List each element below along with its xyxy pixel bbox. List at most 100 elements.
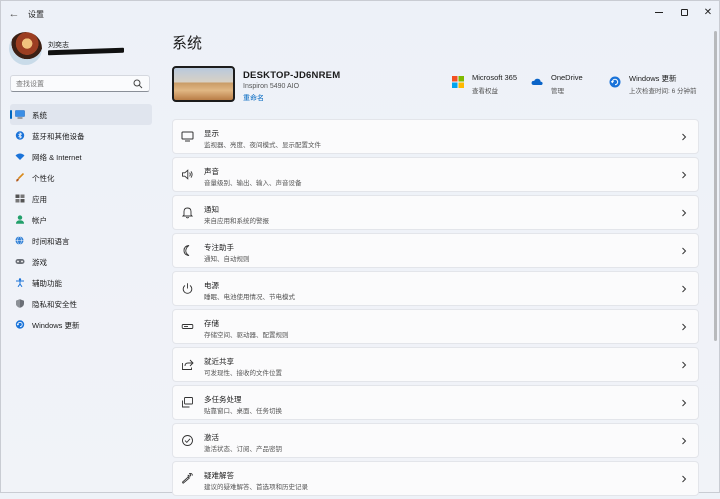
quick-link-title: Windows 更新 — [629, 74, 677, 83]
cloud-icon — [531, 78, 543, 85]
chevron-right-icon — [682, 247, 687, 255]
search-box[interactable] — [10, 75, 150, 92]
quick-link-subtitle: 查看权益 — [472, 88, 498, 95]
accessibility-icon — [16, 278, 24, 287]
sidebar-item-personalization[interactable]: 个性化 — [10, 167, 152, 188]
settings-card-power[interactable]: 电源 睡眠、电池使用情况、节电模式 — [172, 271, 699, 306]
microsoft-logo-icon — [452, 76, 464, 88]
sidebar-item-label: 应用 — [32, 195, 47, 204]
card-title: 声音 — [204, 167, 219, 176]
settings-card-list: 显示 监视器、亮度、夜间模式、显示配置文件 声音 音量级别、输出、输入、声音设备… — [172, 119, 699, 499]
display-icon — [181, 131, 194, 142]
card-title: 显示 — [204, 129, 219, 138]
quick-link-onedrive[interactable]: OneDrive 管理 — [531, 73, 601, 97]
card-subtitle: 贴靠窗口、桌面、任务切换 — [204, 408, 282, 415]
sidebar-item-apps[interactable]: 应用 — [10, 188, 152, 209]
quick-link-subtitle: 上次检查时间: 6 分钟前 — [629, 88, 697, 95]
settings-card-storage[interactable]: 存储 存储空间、驱动器、配置规则 — [172, 309, 699, 344]
card-subtitle: 存储空间、驱动器、配置规则 — [204, 332, 289, 339]
bell-icon — [181, 207, 194, 219]
sidebar-item-label: 时间和语言 — [32, 237, 70, 246]
settings-card-sound[interactable]: 声音 音量级别、输出、输入、声音设备 — [172, 157, 699, 192]
device-wallpaper-thumbnail — [172, 66, 235, 102]
window-title: 设置 — [28, 10, 44, 19]
sidebar-item-label: 辅助功能 — [32, 279, 62, 288]
bluetooth-icon — [15, 131, 25, 140]
multitask-icon — [182, 397, 193, 408]
settings-window: ← 设置 ✕ 刘奕志 系统 蓝牙和其他设备 网络 & Internet 个性化 — [0, 0, 720, 496]
card-title: 激活 — [204, 433, 219, 442]
shield-icon — [16, 299, 24, 308]
close-button[interactable]: ✕ — [695, 4, 720, 22]
settings-card-focus-assist[interactable]: 专注助手 通知、自动规则 — [172, 233, 699, 268]
settings-card-nearby-sharing[interactable]: 就近共享 可发现性、接收的文件位置 — [172, 347, 699, 382]
speaker-icon — [182, 169, 193, 180]
quick-link-microsoft-365[interactable]: Microsoft 365 查看权益 — [452, 73, 532, 97]
chevron-right-icon — [682, 171, 687, 179]
settings-card-troubleshoot[interactable]: 疑难解答 建议的疑难解答、首选项和历史记录 — [172, 461, 699, 496]
update-icon — [609, 76, 621, 88]
search-icon — [133, 79, 143, 89]
minimize-icon — [655, 11, 663, 13]
sidebar-item-label: 帐户 — [32, 216, 47, 225]
sidebar-item-system[interactable]: 系统 — [10, 104, 152, 125]
settings-card-display[interactable]: 显示 监视器、亮度、夜间模式、显示配置文件 — [172, 119, 699, 154]
sidebar-item-bluetooth[interactable]: 蓝牙和其他设备 — [10, 125, 152, 146]
card-title: 疑难解答 — [204, 471, 234, 480]
avatar[interactable] — [9, 32, 42, 65]
quick-link-title: OneDrive — [551, 73, 583, 82]
settings-card-activation[interactable]: 激活 激活状态、订阅、产品密钥 — [172, 423, 699, 458]
rename-link[interactable]: 重命名 — [243, 93, 264, 103]
device-model: Inspiron 5490 AIO — [243, 83, 300, 90]
card-title: 就近共享 — [204, 357, 234, 366]
quick-link-title: Microsoft 365 — [472, 73, 518, 82]
power-icon — [182, 283, 193, 294]
sidebar-item-label: 系统 — [32, 111, 47, 120]
card-subtitle: 来自应用和系统的警报 — [204, 218, 269, 225]
sidebar-item-gaming[interactable]: 游戏 — [10, 251, 152, 272]
settings-card-notifications[interactable]: 通知 来自应用和系统的警报 — [172, 195, 699, 230]
gamepad-icon — [15, 259, 25, 264]
chevron-right-icon — [682, 285, 687, 293]
quick-link-windows-update[interactable]: Windows 更新 上次检查时间: 6 分钟前 — [609, 73, 709, 97]
page-title: 系统 — [172, 35, 203, 52]
monitor-icon — [15, 110, 25, 119]
close-icon: ✕ — [703, 7, 713, 18]
moon-icon — [183, 245, 190, 256]
card-subtitle: 睡眠、电池使用情况、节电模式 — [204, 294, 295, 301]
scrollbar[interactable] — [714, 31, 717, 341]
chevron-right-icon — [682, 209, 687, 217]
sidebar-item-accessibility[interactable]: 辅助功能 — [10, 272, 152, 293]
sidebar-item-privacy[interactable]: 隐私和安全性 — [10, 293, 152, 314]
chevron-right-icon — [682, 437, 687, 445]
chevron-right-icon — [682, 361, 687, 369]
title-bar: ← 设置 ✕ — [1, 1, 719, 27]
sidebar-item-time-language[interactable]: 时间和语言 — [10, 230, 152, 251]
chevron-right-icon — [682, 475, 687, 483]
search-input[interactable] — [16, 78, 128, 90]
settings-card-multitasking[interactable]: 多任务处理 贴靠窗口、桌面、任务切换 — [172, 385, 699, 420]
sidebar-item-windows-update[interactable]: Windows 更新 — [10, 314, 152, 335]
sidebar-item-network[interactable]: 网络 & Internet — [10, 146, 152, 167]
card-title: 通知 — [204, 205, 219, 214]
back-arrow-icon[interactable]: ← — [7, 7, 21, 21]
sidebar-item-accounts[interactable]: 帐户 — [10, 209, 152, 230]
card-subtitle: 建议的疑难解答、首选项和历史记录 — [204, 484, 308, 491]
device-name: DESKTOP-JD6NREM — [243, 70, 341, 81]
sidebar-item-label: 游戏 — [32, 258, 47, 267]
sidebar-item-label: 隐私和安全性 — [32, 300, 77, 309]
maximize-icon — [680, 8, 688, 16]
share-icon — [182, 359, 194, 370]
maximize-button[interactable] — [671, 4, 697, 22]
sidebar-item-label: 个性化 — [32, 174, 55, 183]
brush-icon — [16, 173, 25, 182]
card-subtitle: 音量级别、输出、输入、声音设备 — [204, 180, 302, 187]
card-subtitle: 可发现性、接收的文件位置 — [204, 370, 282, 377]
wifi-icon — [15, 153, 25, 160]
quick-link-subtitle: 管理 — [551, 88, 564, 95]
minimize-button[interactable] — [646, 4, 672, 22]
card-subtitle: 监视器、亮度、夜间模式、显示配置文件 — [204, 142, 321, 149]
person-icon — [16, 215, 24, 224]
chevron-right-icon — [682, 399, 687, 407]
apps-icon — [15, 194, 25, 203]
